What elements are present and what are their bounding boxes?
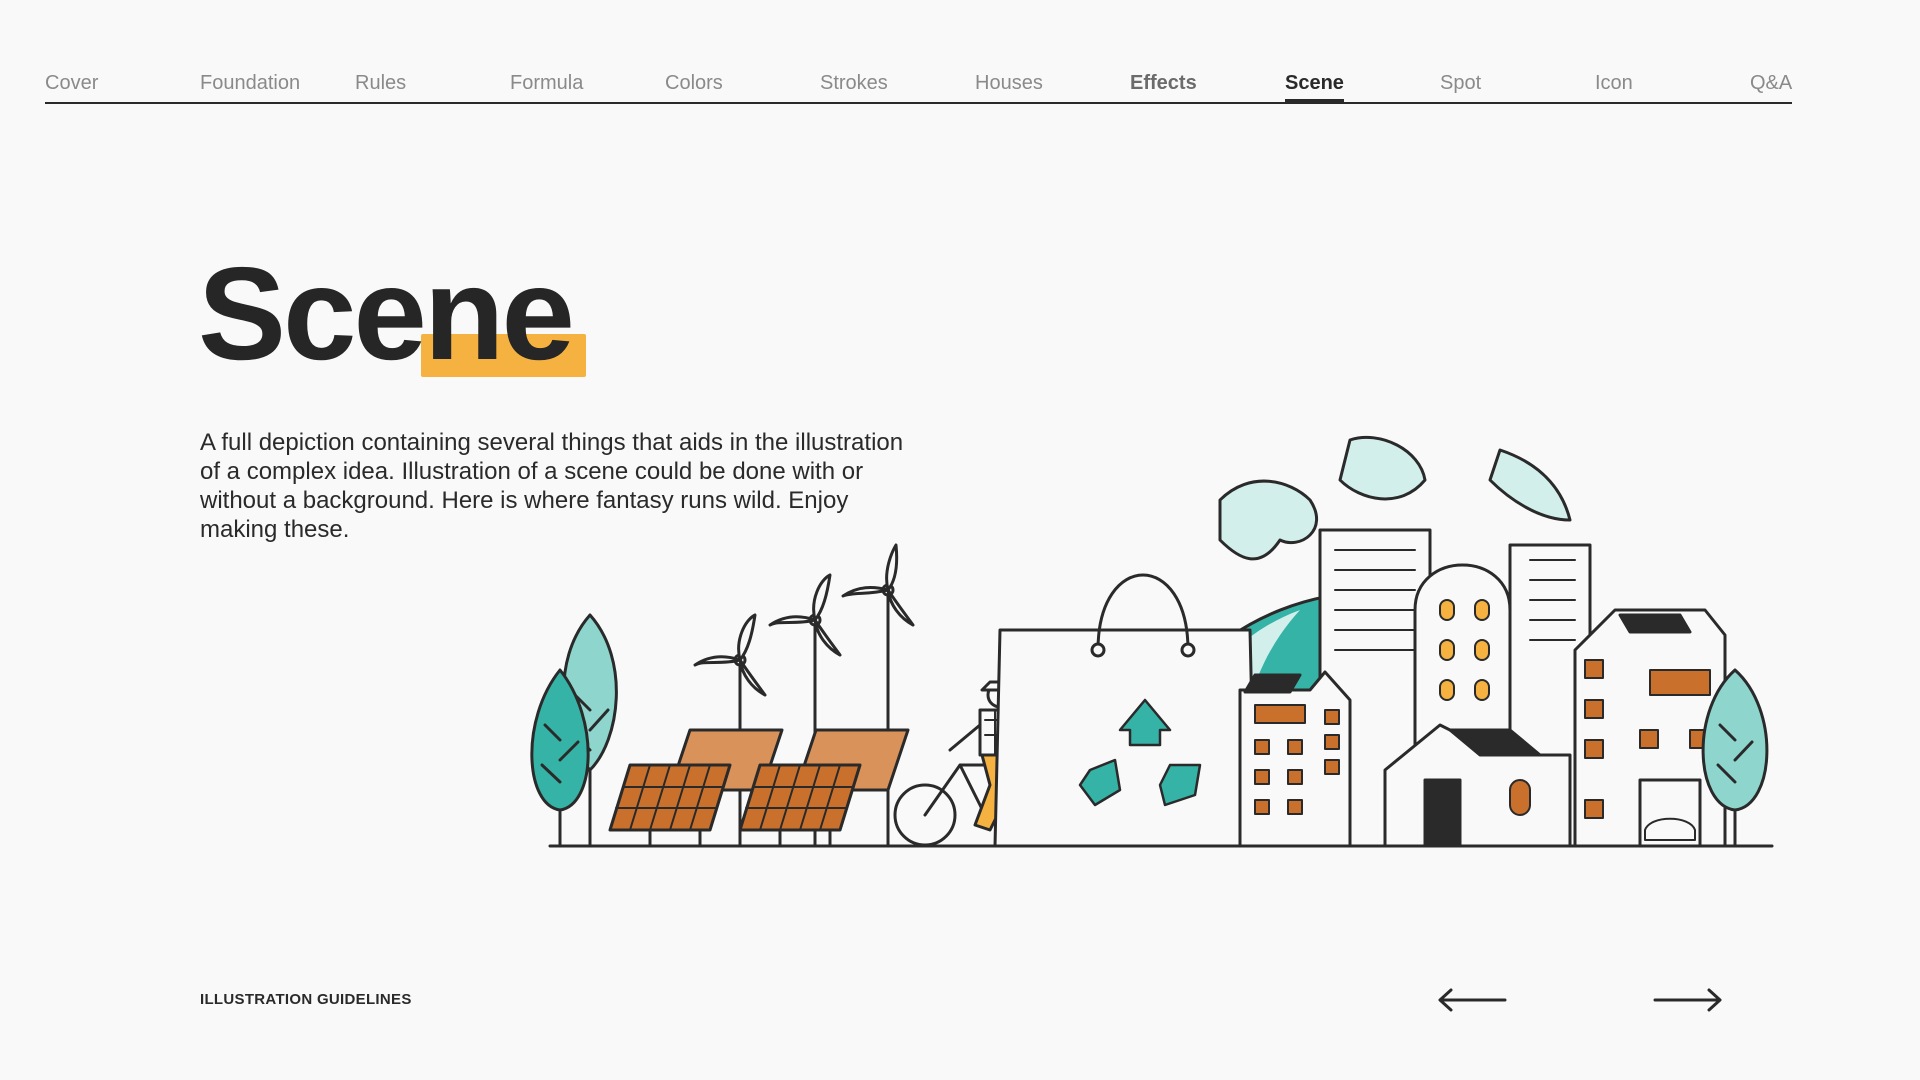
- next-button[interactable]: [1653, 985, 1723, 1015]
- solar-panel-icon: [608, 728, 910, 848]
- arrow-right-icon: [1653, 988, 1722, 1012]
- footer-label: ILLUSTRATION GUIDELINES: [200, 991, 412, 1008]
- buildings-icon: [1238, 528, 1727, 848]
- scene-illustration: [530, 435, 1774, 848]
- top-nav: Cover Foundation Rules Formula Colors St…: [45, 70, 1792, 104]
- nav-item-foundation[interactable]: Foundation: [200, 70, 300, 96]
- nav-item-qa[interactable]: Q&A: [1750, 70, 1792, 96]
- tree-icon: [530, 613, 618, 848]
- nav-item-spot[interactable]: Spot: [1440, 70, 1481, 96]
- page-title-block: Scene: [198, 248, 618, 388]
- nav-item-houses[interactable]: Houses: [975, 70, 1043, 96]
- nav-item-effects[interactable]: Effects: [1130, 70, 1197, 96]
- shopping-bag-icon: [993, 573, 1257, 848]
- nav-item-rules[interactable]: Rules: [355, 70, 406, 96]
- nav-item-strokes[interactable]: Strokes: [820, 70, 888, 96]
- arrow-left-icon: [1438, 988, 1507, 1012]
- page-title: Scene: [198, 240, 575, 387]
- nav-item-icon[interactable]: Icon: [1595, 70, 1633, 96]
- nav-item-cover[interactable]: Cover: [45, 70, 98, 96]
- prev-button[interactable]: [1437, 985, 1507, 1015]
- nav-item-scene[interactable]: Scene: [1285, 70, 1344, 103]
- nav-item-formula[interactable]: Formula: [510, 70, 583, 96]
- nav-item-colors[interactable]: Colors: [665, 70, 723, 96]
